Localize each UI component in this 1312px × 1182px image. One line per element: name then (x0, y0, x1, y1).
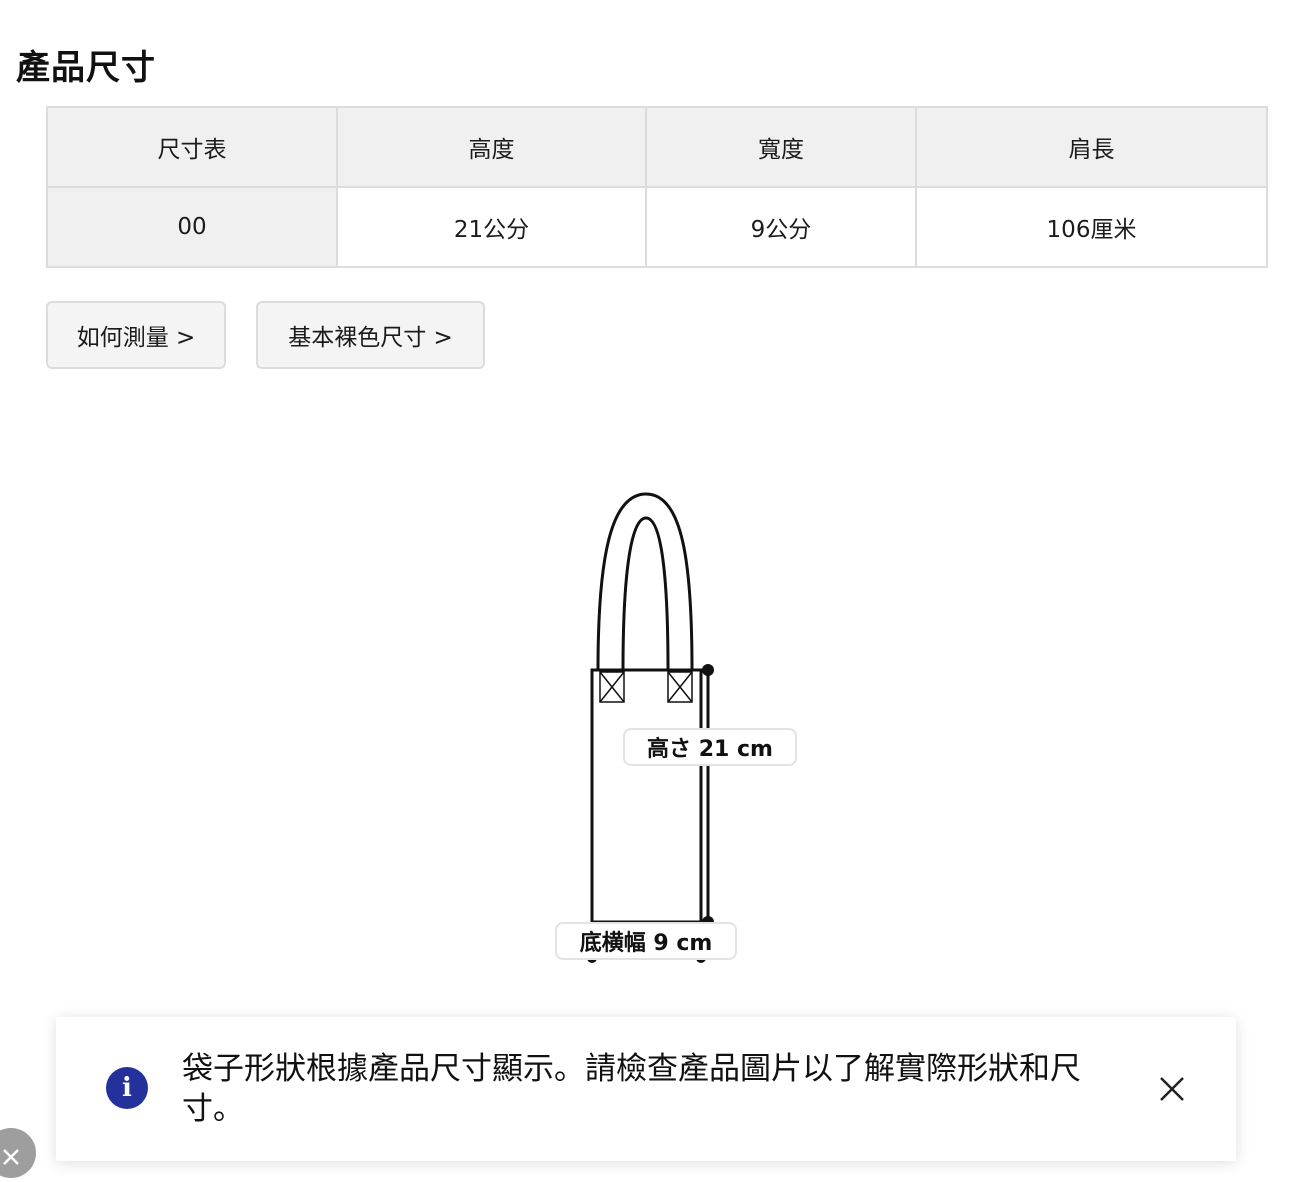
info-notice: i 袋子形狀根據產品尺寸顯示。請檢查產品圖片以了解實際形狀和尺寸。 (56, 1017, 1236, 1161)
info-icon: i (106, 1067, 148, 1109)
width-dimension-label: 底横幅 9 cm (555, 922, 737, 960)
tote-bag-diagram (587, 492, 714, 963)
floating-close-button[interactable] (0, 1128, 36, 1178)
handle-attachments (599, 671, 693, 703)
close-icon (3, 1149, 19, 1165)
height-dimension-label: 高さ 21 cm (623, 728, 797, 766)
bag-handle (596, 492, 694, 671)
notice-text: 袋子形狀根據產品尺寸顯示。請檢查產品圖片以了解實際形狀和尺寸。 (182, 1051, 1081, 1127)
bag-body (590, 668, 703, 924)
close-icon[interactable] (1156, 1073, 1188, 1105)
height-measure-line (702, 664, 714, 928)
